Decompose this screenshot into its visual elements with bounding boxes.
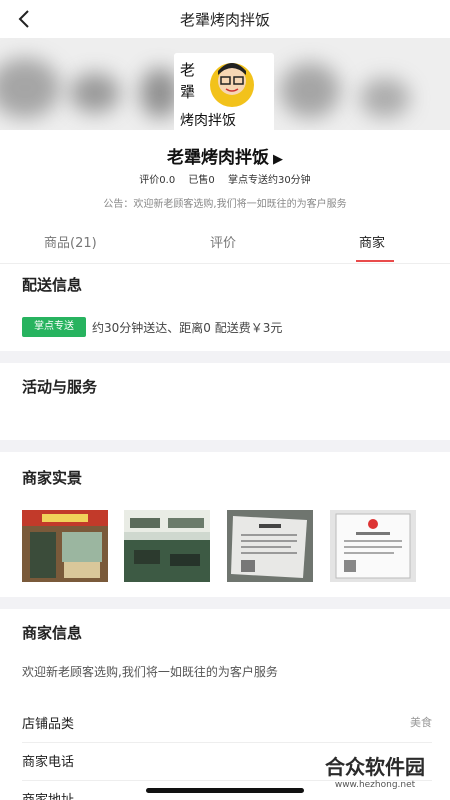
rating-text: 评价0.0 <box>139 175 176 186</box>
delivery-badge: 掌点专送 <box>22 317 86 337</box>
page-title: 老犟烤肉拌饭 <box>179 11 270 29</box>
info-row-key: 商家地址 <box>22 789 74 800</box>
photos-title: 商家实景 <box>22 469 83 487</box>
info-row-category: 店铺品类 美食 <box>22 705 432 743</box>
shop-logo: 老 犟 烤肉拌饭 <box>174 53 274 133</box>
sold-text: 已售0 <box>188 175 215 186</box>
shop-notice: 公告：欢迎新老顾客选购,我们将一如既往的为客户服务 <box>103 199 347 210</box>
tab-reviews[interactable]: 评价 <box>210 232 236 251</box>
delivery-info-text: 约30分钟送达、距离0 配送费￥3元 <box>92 321 283 335</box>
merchant-description: 欢迎新老顾客选购,我们将一如既往的为客户服务 <box>22 665 278 679</box>
tab-products[interactable]: 商品(21) <box>44 232 97 251</box>
shop-stats: 评价0.0 已售0 掌点专送约30分钟 <box>0 171 450 186</box>
watermark-url: www.hezhong.net <box>334 780 416 790</box>
photo-interior[interactable] <box>124 510 210 582</box>
photo-storefront[interactable] <box>22 510 108 582</box>
tab-merchant[interactable]: 商家 <box>359 232 385 251</box>
shop-name-label: 老犟烤肉拌饭 <box>167 148 269 168</box>
tab-active-indicator <box>356 260 394 262</box>
logo-text: 烤肉拌饭 <box>180 113 236 129</box>
photo-permit[interactable] <box>330 510 416 582</box>
delivery-info-title: 配送信息 <box>22 276 83 294</box>
info-row-key: 店铺品类 <box>22 717 75 732</box>
photo-license[interactable] <box>227 510 313 582</box>
nav-bar: 老犟烤肉拌饭 <box>0 0 450 38</box>
site-watermark: 合众软件园 www.hezhong.net <box>312 755 438 791</box>
info-row-value: 美食 <box>410 716 432 729</box>
logo-char-2: 犟 <box>180 83 195 101</box>
merchant-info-title: 商家信息 <box>22 624 83 642</box>
section-divider <box>0 440 450 452</box>
section-divider <box>0 351 450 363</box>
delivery-time-text: 掌点专送约30分钟 <box>227 175 311 186</box>
section-divider <box>0 597 450 609</box>
tab-bar: 商品(21) 评价 商家 <box>0 222 450 264</box>
watermark-name: 合众软件园 <box>325 755 425 779</box>
logo-char-1: 老 <box>180 61 195 79</box>
info-row-key: 商家电话 <box>22 755 75 770</box>
activities-title: 活动与服务 <box>22 378 98 396</box>
shop-name[interactable]: 老犟烤肉拌饭 ▶ <box>0 143 450 168</box>
home-indicator[interactable] <box>146 788 304 793</box>
play-arrow-icon: ▶ <box>273 152 283 167</box>
